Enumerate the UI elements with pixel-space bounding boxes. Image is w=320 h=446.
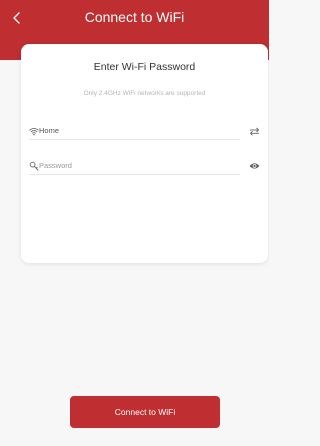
wifi-icon bbox=[29, 128, 39, 136]
page-title: Connect to WiFi bbox=[84, 9, 185, 25]
connect-to-wifi-button[interactable]: Connect to WiFi bbox=[70, 396, 220, 428]
card-title: Enter Wi-Fi Password bbox=[93, 61, 196, 73]
toggle-password-visibility-button[interactable] bbox=[248, 160, 260, 172]
key-icon bbox=[29, 161, 39, 171]
wifi-password-card: Enter Wi-Fi Password Only 2.4GHz WiFi ne… bbox=[21, 44, 268, 263]
switch-network-icon bbox=[249, 127, 259, 136]
password-field-underline bbox=[29, 174, 240, 175]
wifi-connect-screen: Connect to WiFi Enter Wi-Fi Password Onl… bbox=[0, 0, 269, 446]
password-input[interactable]: Password bbox=[39, 159, 72, 172]
card-subtitle: Only 2.4GHz WiFi networks are supported bbox=[83, 90, 206, 97]
network-field[interactable]: Home bbox=[29, 124, 260, 142]
switch-network-button[interactable] bbox=[248, 125, 260, 137]
password-field[interactable]: Password bbox=[29, 159, 260, 177]
eye-icon bbox=[249, 163, 259, 169]
network-name: Home bbox=[39, 126, 60, 135]
network-field-underline bbox=[29, 139, 240, 140]
